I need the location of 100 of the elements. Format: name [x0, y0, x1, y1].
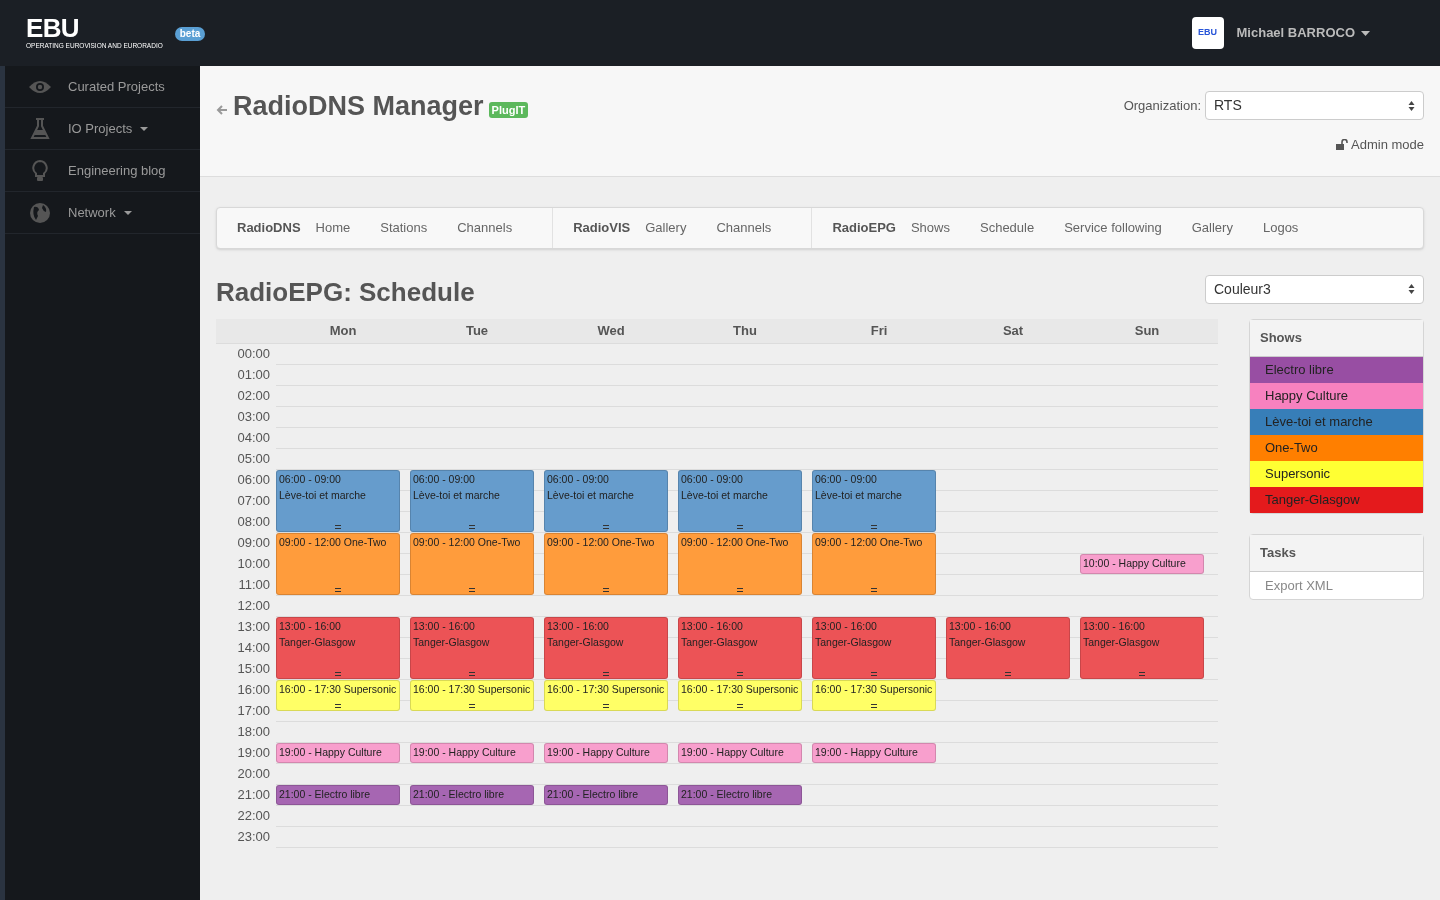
resize-handle-icon[interactable] — [737, 672, 743, 676]
show-legend-item[interactable]: Supersonic — [1250, 461, 1423, 487]
avatar-logo: EBU — [1191, 17, 1224, 49]
event-block[interactable]: 19:00 - Happy Culture — [410, 743, 534, 763]
hour-label: 20:00 — [236, 765, 271, 784]
show-legend-item[interactable]: One-Two — [1250, 435, 1423, 461]
unlocked-padlock-icon — [1336, 139, 1348, 151]
resize-handle-icon[interactable] — [603, 672, 609, 676]
event-block[interactable]: 09:00 - 12:00 One-Two — [544, 533, 668, 595]
resize-handle-icon[interactable] — [603, 588, 609, 592]
event-block[interactable]: 09:00 - 12:00 One-Two — [678, 533, 802, 595]
event-block[interactable]: 06:00 - 09:00 Lève-toi et marche — [678, 470, 802, 532]
nav-link[interactable]: Logos — [1262, 218, 1299, 238]
resize-handle-icon[interactable] — [871, 525, 877, 529]
panel-heading: Shows — [1250, 320, 1423, 357]
show-legend-item[interactable]: Tanger-Glasgow — [1250, 487, 1423, 513]
resize-handle-icon[interactable] — [335, 703, 341, 708]
resize-handle-icon[interactable] — [1139, 672, 1145, 676]
resize-handle-icon[interactable] — [1005, 672, 1011, 676]
hour-label: 11:00 — [237, 576, 271, 595]
day-header: Thu — [732, 322, 758, 341]
hour-label: 21:00 — [236, 786, 271, 805]
hour-label: 01:00 — [236, 366, 271, 385]
event-block[interactable]: 06:00 - 09:00 Lève-toi et marche — [276, 470, 400, 532]
event-block[interactable]: 13:00 - 16:00 Tanger-Glasgow — [410, 617, 534, 679]
hour-label: 05:00 — [236, 450, 271, 469]
event-block[interactable]: 13:00 - 16:00 Tanger-Glasgow — [276, 617, 400, 679]
resize-handle-icon[interactable] — [871, 703, 877, 708]
resize-handle-icon[interactable] — [335, 672, 341, 676]
hour-label: 18:00 — [236, 723, 271, 742]
hour-label: 04:00 — [236, 429, 271, 448]
event-block[interactable]: 13:00 - 16:00 Tanger-Glasgow — [946, 617, 1070, 679]
nav-link[interactable]: Home — [315, 218, 351, 238]
event-block[interactable]: 21:00 - Electro libre — [678, 785, 802, 805]
resize-handle-icon[interactable] — [737, 703, 743, 708]
event-block[interactable]: 13:00 - 16:00 Tanger-Glasgow — [544, 617, 668, 679]
admin-mode-link[interactable]: Admin mode — [1336, 135, 1424, 155]
hour-label: 14:00 — [236, 639, 271, 658]
event-block[interactable]: 19:00 - Happy Culture — [812, 743, 936, 763]
show-legend-item[interactable]: Lève-toi et marche — [1250, 409, 1423, 435]
hour-label: 23:00 — [236, 828, 271, 847]
event-block[interactable]: 06:00 - 09:00 Lève-toi et marche — [410, 470, 534, 532]
nav-link[interactable]: Service following — [1064, 218, 1162, 238]
nav-link[interactable]: Schedule — [980, 218, 1035, 238]
resize-handle-icon[interactable] — [871, 672, 877, 676]
resize-handle-icon[interactable] — [469, 525, 475, 529]
event-block[interactable]: 21:00 - Electro libre — [276, 785, 400, 805]
nav-link[interactable]: Stations — [380, 218, 428, 238]
resize-handle-icon[interactable] — [603, 703, 609, 708]
resize-handle-icon[interactable] — [469, 703, 475, 708]
station-select[interactable]: Couleur3 — [1205, 274, 1424, 304]
sidebar-item[interactable]: Engineering blog — [5, 150, 200, 192]
hour-label: 08:00 — [236, 513, 271, 532]
hour-label: 09:00 — [236, 534, 271, 553]
event-block[interactable]: 19:00 - Happy Culture — [544, 743, 668, 763]
event-block[interactable]: 09:00 - 12:00 One-Two — [410, 533, 534, 595]
flask-icon — [30, 117, 50, 140]
logo-text: EBU — [26, 15, 80, 41]
back-arrow-icon[interactable] — [216, 104, 228, 116]
resize-handle-icon[interactable] — [469, 672, 475, 676]
hour-label: 15:00 — [236, 660, 271, 679]
nav-section-label: RadioDNS — [237, 219, 301, 238]
nav-link[interactable]: Gallery — [645, 218, 687, 238]
resize-handle-icon[interactable] — [335, 588, 341, 592]
nav-link[interactable]: Channels — [716, 218, 772, 238]
resize-handle-icon[interactable] — [871, 588, 877, 592]
event-block[interactable]: 09:00 - 12:00 One-Two — [812, 533, 936, 595]
user-menu[interactable]: Michael BARROCO — [1236, 23, 1370, 43]
organization-select[interactable]: RTS — [1205, 91, 1424, 120]
event-block[interactable]: 13:00 - 16:00 Tanger-Glasgow — [812, 617, 936, 679]
resize-handle-icon[interactable] — [603, 525, 609, 529]
event-block[interactable]: 06:00 - 09:00 Lève-toi et marche — [544, 470, 668, 532]
show-legend-item[interactable]: Electro libre — [1250, 357, 1423, 383]
hour-label: 07:00 — [236, 492, 271, 511]
event-block[interactable]: 06:00 - 09:00 Lève-toi et marche — [812, 470, 936, 532]
sidebar-item[interactable]: Network — [5, 192, 200, 234]
event-block[interactable]: 16:00 - 17:30 Supersonic — [812, 680, 936, 711]
event-block[interactable]: 13:00 - 16:00 Tanger-Glasgow — [678, 617, 802, 679]
hour-label: 17:00 — [236, 702, 271, 721]
nav-link[interactable]: Shows — [910, 218, 950, 238]
resize-handle-icon[interactable] — [737, 525, 743, 529]
show-legend-item[interactable]: Happy Culture — [1250, 383, 1423, 409]
task-link[interactable]: Export XML — [1250, 572, 1423, 599]
event-block[interactable]: 16:00 - 17:30 Supersonic — [410, 680, 534, 711]
nav-link[interactable]: Gallery — [1191, 218, 1233, 238]
resize-handle-icon[interactable] — [469, 588, 475, 592]
event-block[interactable]: 10:00 - Happy Culture — [1080, 554, 1204, 574]
day-header: Sun — [1133, 322, 1161, 341]
event-block[interactable]: 13:00 - 16:00 Tanger-Glasgow — [1080, 617, 1204, 679]
event-block[interactable]: 19:00 - Happy Culture — [678, 743, 802, 763]
event-block[interactable]: 21:00 - Electro libre — [410, 785, 534, 805]
nav-link[interactable]: Channels — [457, 218, 513, 238]
event-block[interactable]: 16:00 - 17:30 Supersonic — [678, 680, 802, 711]
event-block[interactable]: 09:00 - 12:00 One-Two — [276, 533, 400, 595]
event-block[interactable]: 16:00 - 17:30 Supersonic — [544, 680, 668, 711]
resize-handle-icon[interactable] — [335, 525, 341, 529]
event-block[interactable]: 19:00 - Happy Culture — [276, 743, 400, 763]
resize-handle-icon[interactable] — [737, 588, 743, 592]
event-block[interactable]: 16:00 - 17:30 Supersonic — [276, 680, 400, 711]
event-block[interactable]: 21:00 - Electro libre — [544, 785, 668, 805]
